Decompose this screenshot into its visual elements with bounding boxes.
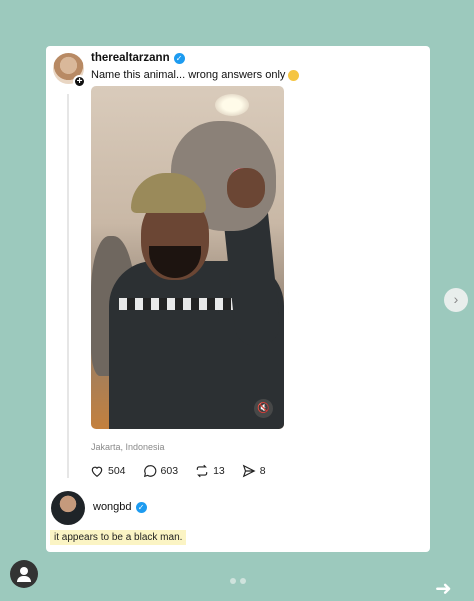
laughing-emoji-icon bbox=[288, 69, 300, 81]
slide-dot[interactable] bbox=[230, 578, 236, 584]
post-card: + therealtarzann ✓ Name this animal... w… bbox=[46, 46, 430, 552]
user-icon bbox=[20, 567, 28, 575]
chevron-right-icon: › bbox=[453, 291, 459, 307]
comment-button[interactable]: 603 bbox=[143, 464, 179, 478]
like-button[interactable]: 504 bbox=[90, 464, 126, 478]
comment-bubble-icon bbox=[143, 465, 156, 478]
mute-icon[interactable]: 🔇 bbox=[254, 399, 273, 418]
profile-button[interactable] bbox=[10, 560, 38, 588]
reply-author-row: wongbd ✓ bbox=[93, 501, 147, 513]
reply-username[interactable]: wongbd bbox=[93, 501, 132, 513]
follow-plus-icon[interactable]: + bbox=[73, 75, 86, 88]
action-bar: 504 603 13 8 bbox=[90, 464, 283, 478]
send-icon bbox=[242, 464, 256, 478]
comment-count: 603 bbox=[160, 465, 179, 477]
author-row: therealtarzann ✓ bbox=[91, 52, 185, 64]
like-count: 504 bbox=[108, 465, 126, 477]
reply-avatar[interactable] bbox=[51, 491, 85, 525]
caption-text: Name this animal... wrong answers only bbox=[91, 69, 286, 81]
next-slide-button[interactable]: › bbox=[444, 288, 468, 312]
share-button[interactable]: 8 bbox=[242, 464, 266, 478]
verified-badge-icon: ✓ bbox=[173, 52, 185, 64]
share-count: 8 bbox=[259, 465, 266, 477]
verified-badge-icon: ✓ bbox=[135, 501, 147, 513]
post-location: Jakarta, Indonesia bbox=[91, 442, 165, 452]
repost-count: 13 bbox=[213, 465, 225, 477]
repost-button[interactable]: 13 bbox=[195, 464, 225, 478]
thread-line bbox=[67, 94, 69, 478]
post-caption: Name this animal... wrong answers only bbox=[91, 69, 300, 81]
slide-indicator bbox=[230, 578, 246, 584]
post-photo[interactable]: 🔇 bbox=[91, 86, 284, 429]
repost-icon bbox=[196, 464, 208, 478]
reply-text: it appears to be a black man. bbox=[50, 530, 187, 545]
heart-icon bbox=[91, 466, 103, 477]
arrow-right-icon[interactable]: ➜ bbox=[435, 576, 452, 601]
author-username[interactable]: therealtarzann bbox=[91, 52, 170, 64]
slide-dot[interactable] bbox=[240, 578, 246, 584]
